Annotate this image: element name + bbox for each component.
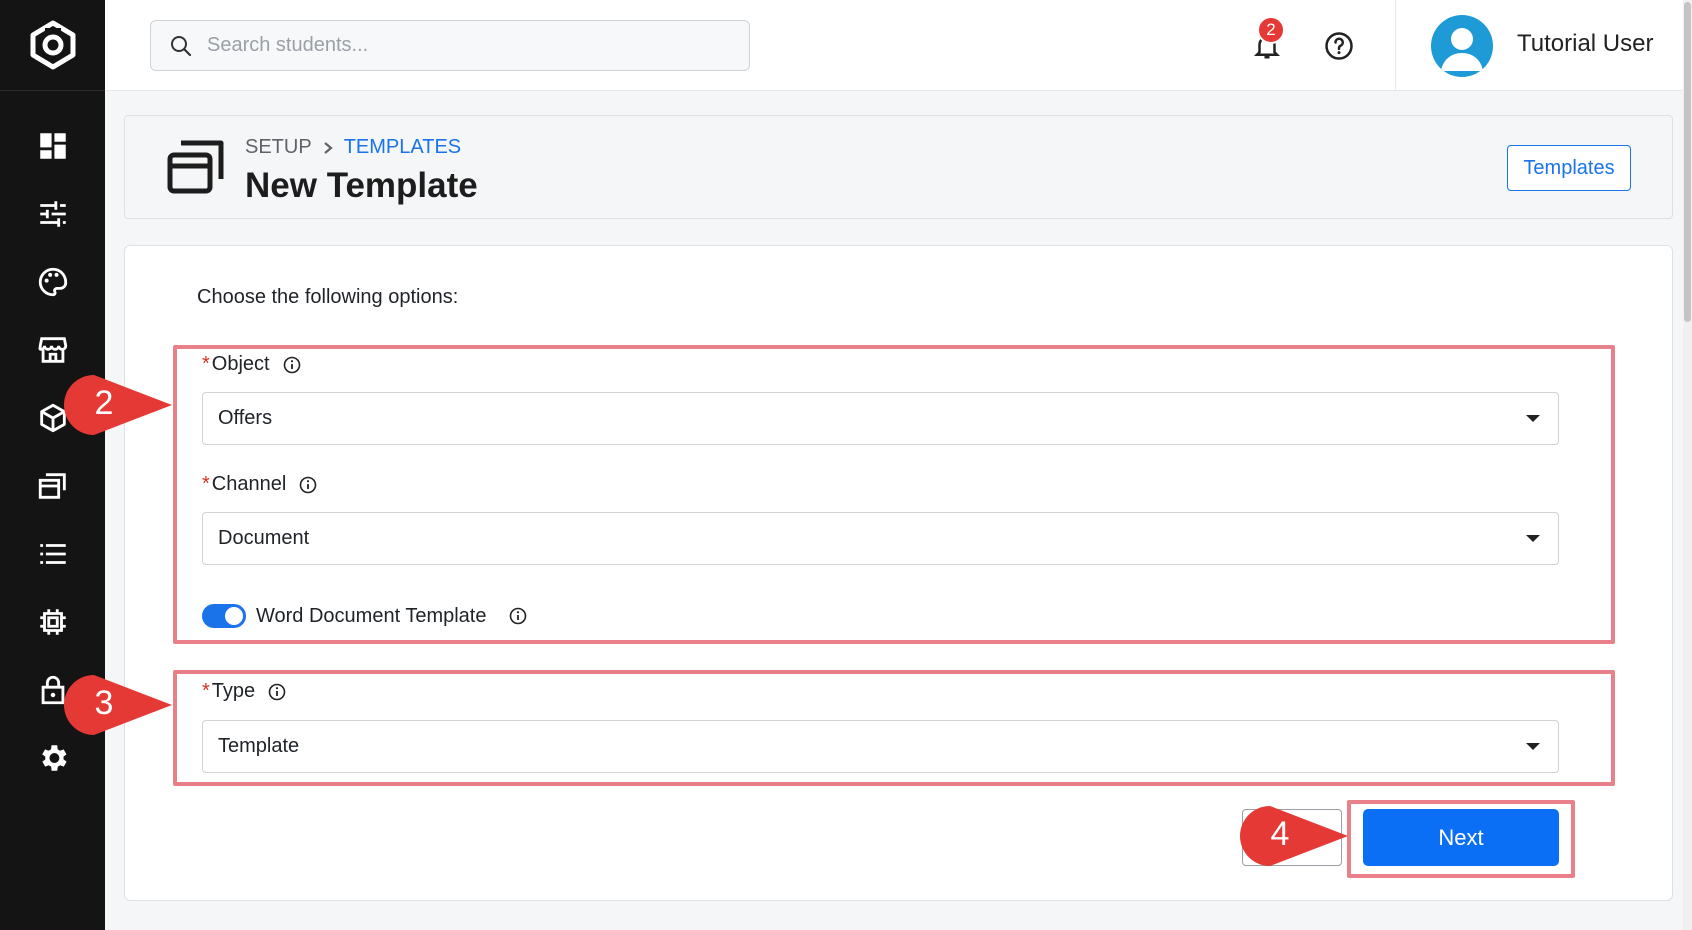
callout-number: 3 xyxy=(94,684,114,722)
header-divider xyxy=(1395,0,1396,91)
sidebar-item-theme[interactable] xyxy=(0,254,105,310)
info-icon[interactable] xyxy=(508,606,528,626)
search-box[interactable] xyxy=(150,20,750,71)
type-select[interactable]: Template xyxy=(202,720,1559,773)
info-icon[interactable] xyxy=(282,355,302,375)
required-marker: * xyxy=(202,680,210,702)
callout-number: 4 xyxy=(1270,815,1290,853)
object-select[interactable]: Offers xyxy=(202,392,1559,445)
chevron-right-icon xyxy=(323,141,333,154)
sidebar-item-templates[interactable] xyxy=(0,458,105,514)
page-header: SETUP TEMPLATES New Template Templates xyxy=(124,115,1673,219)
cube-icon xyxy=(39,403,66,433)
breadcrumb-setup[interactable]: SETUP xyxy=(245,136,312,159)
page-title: New Template xyxy=(245,166,478,205)
caret-down-icon xyxy=(1526,535,1540,542)
templates-button[interactable]: Templates xyxy=(1507,145,1631,191)
sidebar-item-dashboard[interactable] xyxy=(0,118,105,174)
search-icon xyxy=(171,35,192,56)
required-marker: * xyxy=(202,473,210,495)
sidebar xyxy=(0,0,105,930)
list-icon xyxy=(39,544,66,564)
chip-icon xyxy=(39,609,66,635)
dashboard-icon xyxy=(39,133,66,159)
channel-select-value: Document xyxy=(218,527,310,549)
next-button[interactable]: Next xyxy=(1363,809,1559,866)
type-label: * Type xyxy=(202,680,287,703)
help-button[interactable] xyxy=(1317,24,1361,68)
app-logo[interactable] xyxy=(0,0,105,91)
scrollbar-thumb[interactable] xyxy=(1684,2,1691,322)
caret-down-icon xyxy=(1526,415,1540,422)
palette-icon xyxy=(38,267,67,297)
lock-icon xyxy=(41,675,64,705)
word-template-label: Word Document Template xyxy=(256,605,487,627)
channel-label-text: Channel xyxy=(211,473,287,495)
user-name[interactable]: Tutorial User xyxy=(1517,30,1653,58)
sidebar-item-integrations[interactable] xyxy=(0,594,105,650)
sidebar-item-store[interactable] xyxy=(0,322,105,378)
caret-down-icon xyxy=(1526,743,1540,750)
sidebar-item-settings[interactable] xyxy=(0,730,105,786)
user-avatar-icon xyxy=(1441,28,1483,71)
gear-icon xyxy=(41,745,67,771)
type-select-value: Template xyxy=(218,735,300,757)
breadcrumb-templates[interactable]: TEMPLATES xyxy=(344,136,461,159)
search-input[interactable] xyxy=(207,34,727,57)
required-marker: * xyxy=(202,353,210,375)
logo-icon xyxy=(30,20,75,70)
channel-select[interactable]: Document xyxy=(202,512,1559,565)
object-select-value: Offers xyxy=(218,407,273,429)
store-icon xyxy=(37,337,67,363)
info-icon[interactable] xyxy=(298,475,318,495)
sidebar-item-settings-sliders[interactable] xyxy=(0,186,105,242)
type-label-text: Type xyxy=(211,680,256,702)
help-icon xyxy=(1325,32,1353,60)
windows-icon xyxy=(38,473,66,499)
callout-number: 2 xyxy=(94,384,114,422)
info-icon[interactable] xyxy=(267,682,287,702)
top-bar: 2 Tutorial User xyxy=(105,0,1692,91)
toggle-knob xyxy=(225,607,243,625)
form-intro: Choose the following options: xyxy=(197,286,459,308)
avatar[interactable] xyxy=(1431,15,1493,77)
page-scrollbar[interactable] xyxy=(1683,0,1692,930)
channel-label: * Channel xyxy=(202,473,318,496)
object-label: * Object xyxy=(202,353,302,376)
object-label-text: Object xyxy=(211,353,270,375)
word-template-toggle[interactable] xyxy=(202,604,246,628)
breadcrumb: SETUP TEMPLATES xyxy=(245,136,461,159)
sliders-icon xyxy=(39,201,66,227)
notification-count-badge: 2 xyxy=(1257,16,1285,44)
templates-page-icon xyxy=(167,140,224,194)
template-form: Choose the following options: * Object O… xyxy=(124,245,1673,901)
sidebar-item-lists[interactable] xyxy=(0,526,105,582)
